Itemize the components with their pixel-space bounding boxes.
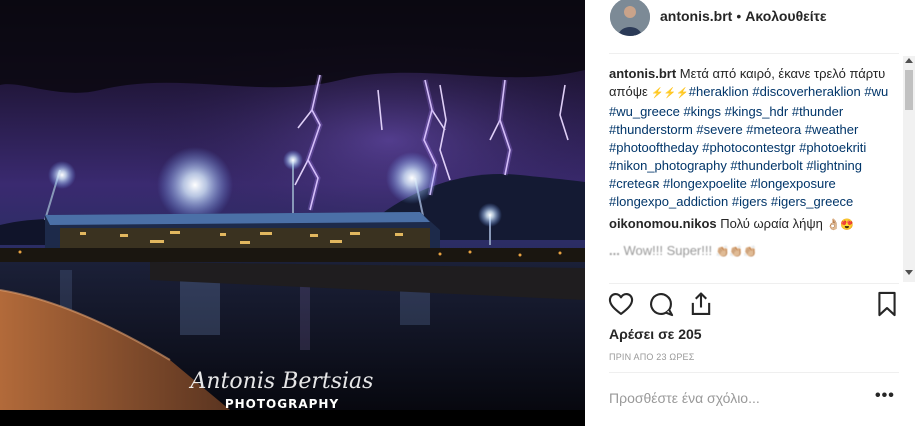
post-timestamp[interactable]: ΠΡΙΝ ΑΠΟ 23 ΩΡΕΣ [609, 352, 695, 362]
scrollbar-thumb[interactable] [905, 70, 913, 110]
comment-box-divider [609, 372, 899, 373]
comments-scrollbar[interactable] [903, 56, 915, 282]
post-header: antonis.brt • Ακολουθείτε [585, 0, 915, 54]
scroll-down-arrow-icon[interactable] [905, 270, 913, 275]
heart-icon [608, 293, 634, 315]
post-photo[interactable]: Antonis Bertsias PHOTOGRAPHY [0, 0, 585, 410]
save-button[interactable] [873, 290, 901, 318]
avatar[interactable] [610, 0, 650, 36]
comment-button[interactable] [647, 290, 675, 318]
post-caption: antonis.brt Μετά από καιρό, έκανε τρελό … [609, 65, 903, 211]
bookmark-icon [878, 291, 896, 317]
comment-item: ... Wow!!! Super!!! 👏🏼👏🏼👏🏼 [609, 242, 903, 261]
actions-divider [609, 283, 899, 284]
post-actions-bar [585, 290, 915, 322]
photo-bottom-strip [0, 410, 585, 426]
header-separator: • [736, 8, 742, 24]
watermark-signature: Antonis Bertsias [189, 369, 374, 394]
comment-emoji: 👌🏼😍 [826, 219, 854, 231]
more-options-icon[interactable]: ••• [875, 387, 895, 405]
stadium-lightning-image: Antonis Bertsias PHOTOGRAPHY [0, 0, 585, 410]
comment-text: Wow!!! Super!!! [623, 243, 713, 258]
likes-count[interactable]: Αρέσει σε 205 [609, 326, 702, 342]
share-icon [691, 292, 711, 315]
comment-item: oikonomou.nikos Πολύ ωραία λήψη 👌🏼😍 [609, 215, 903, 234]
post-side-panel: antonis.brt • Ακολουθείτε antonis.brt Μετά… [585, 0, 915, 426]
add-comment-input[interactable] [609, 385, 859, 411]
comments-list[interactable]: antonis.brt Μετά από καιρό, έκανε τρελό … [609, 63, 903, 285]
caption-username[interactable]: antonis.brt [609, 66, 676, 81]
comment-username[interactable]: ... [609, 243, 620, 258]
comment-username[interactable]: oikonomou.nikos [609, 216, 717, 231]
follow-status-button[interactable]: Ακολουθείτε [745, 8, 826, 24]
post-author-username[interactable]: antonis.brt [660, 8, 732, 24]
share-button[interactable] [687, 290, 715, 318]
watermark-text: PHOTOGRAPHY [225, 397, 339, 410]
like-button[interactable] [607, 290, 635, 318]
scroll-up-arrow-icon[interactable] [905, 58, 913, 63]
caption-emoji: ⚡⚡⚡ [651, 88, 689, 99]
header-divider [609, 53, 899, 54]
caption-hashtags[interactable]: #heraklion #discoverheraklion #wu #wu_gr… [609, 84, 888, 209]
comment-bubble-icon [650, 293, 674, 317]
comment-emoji: 👏🏼👏🏼👏🏼 [715, 246, 757, 258]
comment-text: Πολύ ωραία λήψη [720, 216, 823, 231]
